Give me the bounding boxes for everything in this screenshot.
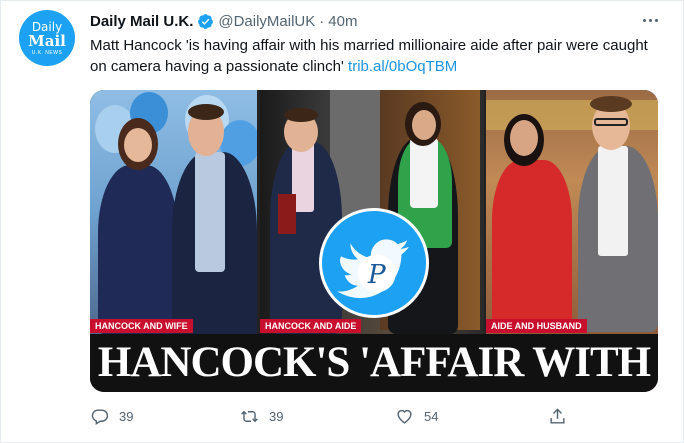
more-options-icon[interactable] <box>639 15 661 25</box>
retweet-icon <box>241 410 258 422</box>
share-icon <box>550 407 565 424</box>
like-count: 54 <box>424 408 439 424</box>
tweet-actions: 39 39 54 <box>90 405 610 427</box>
avatar-line1: Daily <box>31 19 63 34</box>
avatar-line3: U.K. NEWS <box>31 49 63 56</box>
avatar[interactable]: Daily Mail U.K. NEWS <box>19 10 75 66</box>
caption-3: AIDE AND HUSBAND <box>486 319 587 333</box>
caption-1: HANCOCK AND WIFE <box>90 319 193 333</box>
share-button[interactable] <box>548 405 577 427</box>
retweet-count: 39 <box>269 408 284 424</box>
reply-count: 39 <box>119 408 134 424</box>
tweet-link[interactable]: trib.al/0bOqTBM <box>348 58 457 75</box>
reply-icon <box>91 408 109 425</box>
tweet-media-image[interactable]: HANCOCK AND WIFE HANCOCK AND AIDE AIDE A… <box>90 90 658 392</box>
retweet-button[interactable]: 39 <box>240 405 283 427</box>
bird-watermark-logo: P <box>319 208 429 318</box>
tweet-text: Matt Hancock 'is having affair with his … <box>90 35 650 77</box>
verified-badge-icon <box>198 13 214 29</box>
image-headline: HANCOCK'S 'AFFAIR WITH AIDE' <box>90 334 658 392</box>
timestamp[interactable]: 40m <box>328 13 357 30</box>
avatar-line2: Mail <box>28 31 66 50</box>
author-name[interactable]: Daily Mail U.K. <box>90 13 193 30</box>
author-handle[interactable]: @DailyMailUK <box>218 13 315 30</box>
tweet-header: Daily Mail U.K. @DailyMailUK · 40m <box>90 10 357 32</box>
heart-icon <box>397 409 412 424</box>
separator-dot: · <box>319 12 325 30</box>
tweet-card[interactable]: Daily Mail U.K. NEWS Daily Mail U.K. @Da… <box>0 0 684 443</box>
like-button[interactable]: 54 <box>395 405 438 427</box>
reply-button[interactable]: 39 <box>90 405 133 427</box>
svg-text:P: P <box>367 259 387 290</box>
caption-2: HANCOCK AND AIDE <box>260 319 362 333</box>
